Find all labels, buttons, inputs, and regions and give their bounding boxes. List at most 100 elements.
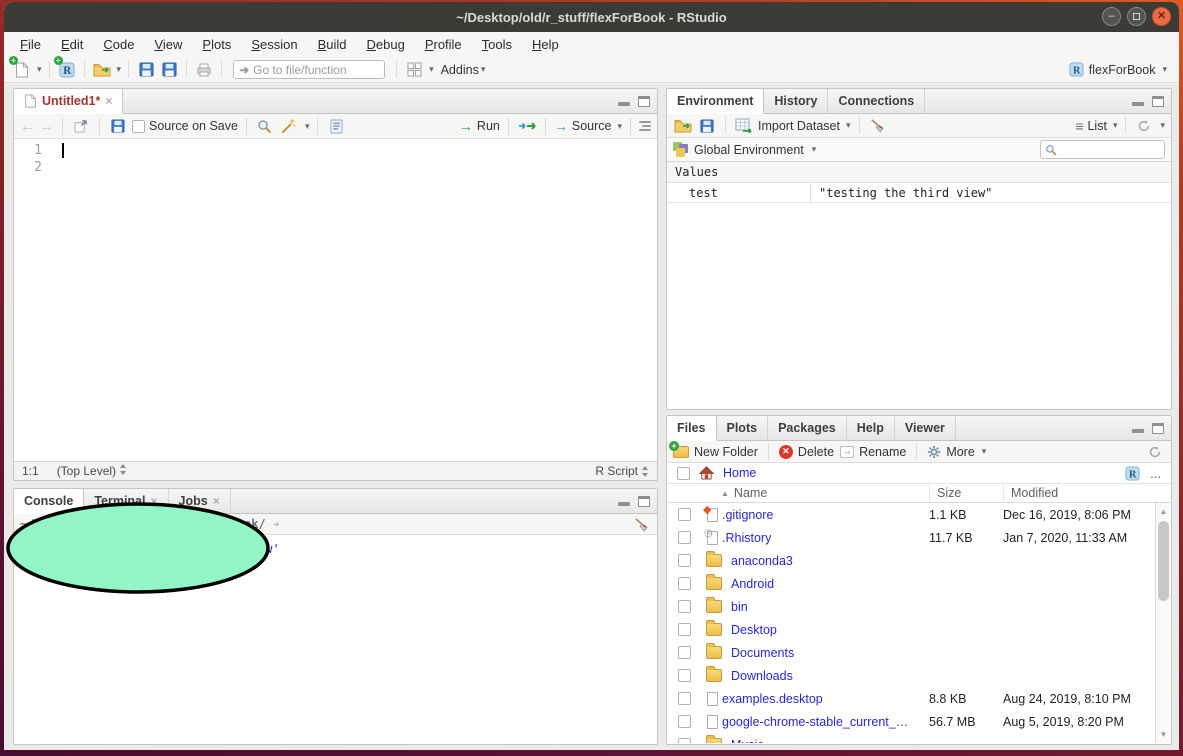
tab-help[interactable]: Help: [847, 416, 895, 440]
file-checkbox[interactable]: [678, 738, 691, 743]
menu-code[interactable]: Code: [93, 34, 144, 55]
tab-plots[interactable]: Plots: [717, 416, 769, 440]
run-button[interactable]: Run: [477, 119, 500, 133]
new-file-icon[interactable]: [12, 60, 32, 80]
file-name-link[interactable]: google-chrome-stable_current_…: [722, 715, 929, 729]
import-dataset-button[interactable]: Import Dataset: [758, 119, 840, 133]
r-project-home-icon[interactable]: [1125, 466, 1140, 481]
goto-file-input[interactable]: [253, 63, 368, 77]
back-icon[interactable]: ←: [20, 118, 35, 135]
new-folder-button[interactable]: New Folder: [673, 445, 758, 459]
file-name-link[interactable]: .gitignore: [722, 508, 929, 522]
menu-tools[interactable]: Tools: [472, 34, 522, 55]
minimize-button[interactable]: –: [1102, 7, 1121, 26]
file-checkbox[interactable]: [678, 692, 691, 705]
pane-layout-caret-icon[interactable]: [429, 64, 434, 75]
save-all-icon[interactable]: [159, 60, 179, 80]
file-checkbox[interactable]: [678, 600, 691, 613]
save-doc-icon[interactable]: [108, 116, 128, 136]
close-tab-icon[interactable]: [213, 494, 220, 508]
menu-session[interactable]: Session: [241, 34, 307, 55]
file-name-link[interactable]: .Rhistory: [722, 531, 929, 545]
select-all-checkbox[interactable]: [677, 467, 690, 480]
goto-directory-icon[interactable]: ➜: [273, 518, 280, 531]
tab-history[interactable]: History: [764, 89, 828, 113]
tab-packages[interactable]: Packages: [768, 416, 847, 440]
open-file-caret-icon[interactable]: [117, 64, 122, 75]
table-row[interactable]: bin: [667, 595, 1171, 618]
table-row[interactable]: Music: [667, 733, 1171, 743]
open-file-icon[interactable]: [92, 60, 112, 80]
maximize-button[interactable]: [1127, 7, 1146, 26]
menu-help[interactable]: Help: [522, 34, 569, 55]
table-row[interactable]: Downloads: [667, 664, 1171, 687]
table-row[interactable]: Desktop: [667, 618, 1171, 641]
column-modified[interactable]: Modified: [1003, 484, 1171, 502]
load-workspace-icon[interactable]: [673, 116, 693, 136]
rename-button[interactable]: →Rename: [840, 445, 906, 459]
column-name[interactable]: Name: [667, 486, 929, 500]
find-icon[interactable]: [255, 116, 275, 136]
menu-edit[interactable]: Edit: [51, 34, 93, 55]
file-checkbox[interactable]: [678, 554, 691, 567]
file-name-link[interactable]: anaconda3: [731, 554, 938, 568]
file-name-link[interactable]: bin: [731, 600, 938, 614]
file-checkbox[interactable]: [678, 531, 691, 544]
file-checkbox[interactable]: [678, 669, 691, 682]
close-tab-icon[interactable]: [105, 94, 112, 108]
source-button[interactable]: Source: [572, 119, 612, 133]
menu-file[interactable]: File: [10, 34, 51, 55]
breadcrumb-home-link[interactable]: Home: [723, 466, 756, 480]
file-name-link[interactable]: Android: [731, 577, 938, 591]
file-checkbox[interactable]: [678, 623, 691, 636]
source-on-save-checkbox[interactable]: [132, 120, 145, 133]
maximize-pane-icon[interactable]: [1152, 423, 1164, 434]
title-bar[interactable]: ~/Desktop/old/r_stuff/flexForBook - RStu…: [4, 2, 1179, 32]
new-project-icon[interactable]: [57, 60, 77, 80]
table-row[interactable]: anaconda3: [667, 549, 1171, 572]
minimize-pane-icon[interactable]: [1132, 429, 1144, 433]
table-row[interactable]: .Rhistory 11.7 KB Jan 7, 2020, 11:33 AM: [667, 526, 1171, 549]
forward-icon[interactable]: →: [39, 118, 54, 135]
refresh-files-icon[interactable]: [1145, 442, 1165, 462]
rerun-icon[interactable]: [517, 116, 537, 136]
file-name-link[interactable]: examples.desktop: [722, 692, 929, 706]
tab-console[interactable]: Console: [14, 489, 84, 514]
close-tab-icon[interactable]: [150, 494, 157, 508]
menu-build[interactable]: Build: [308, 34, 357, 55]
code-editor[interactable]: 1 2: [14, 139, 657, 460]
file-name-link[interactable]: Documents: [731, 646, 938, 660]
edit-area[interactable]: [50, 139, 657, 460]
code-tools-caret-icon[interactable]: [305, 121, 310, 132]
project-selector[interactable]: flexForBook: [1069, 62, 1171, 77]
file-checkbox[interactable]: [678, 577, 691, 590]
file-name-link[interactable]: Downloads: [731, 669, 938, 683]
pane-layout-icon[interactable]: [404, 60, 424, 80]
table-row[interactable]: google-chrome-stable_current_… 56.7 MB A…: [667, 710, 1171, 733]
list-view-caret-icon[interactable]: [1113, 120, 1118, 131]
global-environment-caret-icon[interactable]: [812, 144, 817, 155]
global-environment-selector[interactable]: Global Environment: [694, 143, 804, 157]
print-icon[interactable]: [194, 60, 214, 80]
addins-menu[interactable]: Addins: [437, 63, 490, 77]
menu-plots[interactable]: Plots: [192, 34, 241, 55]
tab-connections[interactable]: Connections: [828, 89, 925, 113]
file-checkbox[interactable]: [678, 646, 691, 659]
menu-profile[interactable]: Profile: [415, 34, 472, 55]
more-button[interactable]: More: [927, 445, 986, 459]
menu-debug[interactable]: Debug: [357, 34, 415, 55]
close-button[interactable]: ✕: [1152, 7, 1171, 26]
save-icon[interactable]: [136, 60, 156, 80]
refresh-caret-icon[interactable]: [1160, 120, 1165, 131]
document-outline-icon[interactable]: [639, 121, 651, 131]
minimize-pane-icon[interactable]: [1132, 102, 1144, 106]
clear-console-icon[interactable]: [631, 514, 651, 534]
goto-file-search[interactable]: ➜: [233, 60, 385, 79]
tab-files[interactable]: Files: [667, 416, 717, 441]
maximize-pane-icon[interactable]: [1152, 96, 1164, 107]
table-row[interactable]: .gitignore 1.1 KB Dec 16, 2019, 8:06 PM: [667, 503, 1171, 526]
file-checkbox[interactable]: [678, 508, 691, 521]
list-view-button[interactable]: List: [1087, 119, 1106, 133]
tab-terminal[interactable]: Terminal: [84, 489, 168, 513]
column-size[interactable]: Size: [929, 484, 1003, 502]
